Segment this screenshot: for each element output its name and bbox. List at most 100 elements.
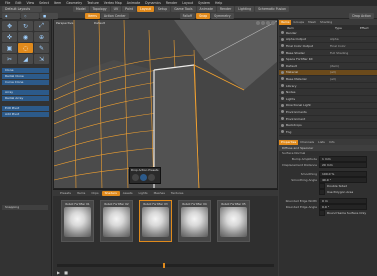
tab-meshes[interactable]: Meshes	[151, 191, 168, 196]
drop-slot-icon[interactable]	[132, 174, 139, 181]
preset-thumbnail[interactable]: Robot Fortifier 02	[100, 200, 133, 242]
tab-game-tools[interactable]: Game Tools	[171, 6, 196, 12]
tab-presets[interactable]: Presets	[57, 191, 74, 196]
menu-select[interactable]: Select	[39, 1, 49, 5]
visibility-eye-icon[interactable]	[281, 123, 284, 127]
visibility-eye-icon[interactable]	[281, 51, 284, 55]
visibility-eye-icon[interactable]	[281, 44, 284, 48]
tree-row[interactable]: Default (item)	[279, 63, 377, 70]
fit-icon[interactable]	[271, 21, 275, 25]
menu-file[interactable]: File	[5, 1, 10, 5]
drop-slot-icon[interactable]	[148, 174, 155, 181]
tab-items[interactable]: Items	[279, 19, 292, 25]
polygon-area-checkbox[interactable]	[319, 189, 325, 195]
displacement-field[interactable]: 20 mm	[319, 161, 367, 169]
tab-lights[interactable]: Lights	[136, 191, 151, 196]
menu-system[interactable]: System	[198, 1, 210, 5]
tab-mesh[interactable]: Mesh	[306, 20, 318, 25]
visibility-eye-icon[interactable]	[281, 37, 284, 41]
tab-setup[interactable]: Setup	[154, 6, 171, 12]
round-same-surface-checkbox[interactable]	[319, 210, 325, 216]
tab-textures[interactable]: Textures	[168, 191, 187, 196]
preset-thumbnail[interactable]: Robot Fortifier 05	[217, 200, 250, 242]
drop-slot-icon[interactable]	[140, 174, 147, 181]
tab-clips[interactable]: Clips	[88, 191, 101, 196]
tab-assets[interactable]: Assets	[120, 191, 136, 196]
visibility-eye-icon[interactable]	[281, 70, 284, 74]
tool-item-radial-clone[interactable]: Radial Clone	[2, 74, 49, 79]
visibility-eye-icon[interactable]	[281, 84, 284, 88]
timeline-track[interactable]	[57, 264, 274, 267]
pivot-tool-icon[interactable]: ⊕	[34, 32, 49, 42]
tree-row[interactable]: Environment	[279, 116, 377, 123]
tool-item-array[interactable]: Array	[2, 90, 49, 95]
tree-row[interactable]: Nodes	[279, 89, 377, 96]
zoom-icon[interactable]	[261, 21, 265, 25]
tab-channels[interactable]: Channels	[298, 140, 316, 145]
knife-tool-icon[interactable]: ✂	[2, 54, 17, 64]
menu-texture[interactable]: Texture	[87, 1, 99, 5]
element-tool-icon[interactable]: ◉	[18, 32, 33, 42]
snapping-section[interactable]: Snapping	[2, 205, 48, 210]
menu-dynamics[interactable]: Dynamics	[145, 1, 161, 5]
col-item[interactable]: Item	[279, 26, 335, 30]
tree-row[interactable]: Render	[279, 30, 377, 37]
tab-layout[interactable]: Layout	[137, 6, 154, 12]
3d-viewport[interactable]: Perspective Default Drop Action Presets	[53, 19, 278, 189]
menu-layout[interactable]: Layout	[182, 1, 193, 5]
menu-render[interactable]: Render	[166, 1, 177, 5]
tab-topology[interactable]: Topology	[89, 6, 110, 12]
tab-render[interactable]: Render	[216, 6, 235, 12]
menu-vertex-map[interactable]: Vertex Map	[104, 1, 122, 5]
tab-uv[interactable]: UV	[110, 6, 122, 12]
visibility-eye-icon[interactable]	[281, 57, 284, 61]
tool-item-curve-clone[interactable]: Curve Clone	[2, 80, 49, 85]
extend-tool-icon[interactable]: ⇲	[34, 54, 49, 64]
tree-row[interactable]: Material (all)	[279, 69, 377, 77]
view-label[interactable]: Perspective	[56, 21, 73, 25]
tree-row[interactable]: Library	[279, 83, 377, 90]
visibility-eye-icon[interactable]	[281, 103, 284, 107]
smoothing-angle-field[interactable]: 40.0 °	[319, 176, 367, 184]
menu-geometry[interactable]: Geometry	[66, 1, 82, 5]
tree-row[interactable]: Directional Light	[279, 103, 377, 110]
paint-tool-icon[interactable]: ✎	[34, 43, 49, 53]
preset-thumbnail-selected[interactable]: Robot Fortifier 03	[139, 200, 172, 242]
tab-shading[interactable]: Shading	[318, 20, 334, 25]
tree-row[interactable]: Lights	[279, 96, 377, 103]
visibility-eye-icon[interactable]	[281, 117, 284, 121]
tree-row[interactable]: Base Material (all)	[279, 76, 377, 83]
bevel-tool-icon[interactable]: ◢	[18, 54, 33, 64]
menu-help[interactable]: Help	[215, 1, 222, 5]
tab-lists[interactable]: Lists	[316, 140, 327, 145]
menu-edit[interactable]: Edit	[15, 1, 21, 5]
tab-animate[interactable]: Animate	[196, 6, 216, 12]
tool-item-edit-pivot[interactable]: Edit Pivot	[2, 106, 49, 111]
visibility-eye-icon[interactable]	[281, 130, 284, 134]
tab-shaders[interactable]: Shaders	[101, 190, 120, 196]
rotate-tool-icon[interactable]: ↻	[18, 21, 33, 31]
rotate-icon[interactable]	[266, 21, 270, 25]
select-tool-icon[interactable]: ▣	[2, 43, 17, 53]
visibility-eye-icon[interactable]	[281, 64, 284, 68]
tab-paint[interactable]: Paint	[122, 6, 137, 12]
tool-item-clone[interactable]: Clone	[2, 68, 49, 73]
tab-schematic-fusion[interactable]: Schematic Fusion	[255, 6, 290, 12]
tab-lighting[interactable]: Lighting	[235, 6, 255, 12]
menu-animate[interactable]: Animate	[127, 1, 140, 5]
shading-label[interactable]: Default	[94, 21, 105, 25]
tree-row[interactable]: Final Color Output Final Color	[279, 43, 377, 50]
menu-view[interactable]: View	[27, 1, 35, 5]
tool-item-add-pivot[interactable]: Add Pivot	[2, 112, 49, 117]
tool-item-radial-array[interactable]: Radial Array	[2, 96, 49, 101]
visibility-eye-icon[interactable]	[281, 90, 284, 94]
col-effect[interactable]: Effect	[360, 26, 369, 30]
tab-info[interactable]: Info	[327, 140, 337, 145]
tab-properties[interactable]: Properties	[279, 139, 299, 145]
tab-items[interactable]: Items	[74, 191, 88, 196]
scale-tool-icon[interactable]: ⤢	[34, 21, 49, 31]
tab-groups[interactable]: Groups	[291, 20, 306, 25]
tree-row[interactable]: Alpha Output Alpha	[279, 37, 377, 44]
visibility-eye-icon[interactable]	[281, 77, 284, 81]
visibility-eye-icon[interactable]	[281, 31, 284, 35]
